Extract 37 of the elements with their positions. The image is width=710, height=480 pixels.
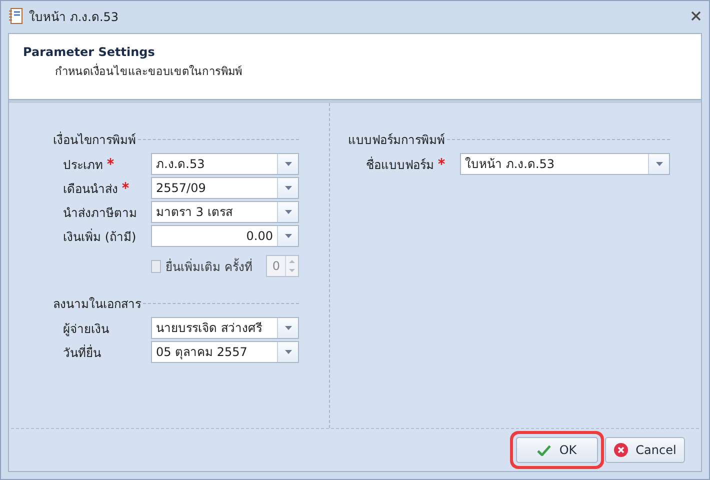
header-subtitle: กำหนดเงื่อนไขและขอบเขตในการพิมพ์: [54, 62, 243, 80]
required-icon: [438, 158, 445, 164]
close-icon[interactable]: [691, 11, 701, 21]
dropdown-field[interactable]: ภ.ง.ด.53: [151, 153, 299, 175]
dropdown-field[interactable]: 2557/09: [151, 177, 299, 199]
group-title: แบบฟอร์มการพิมพ์: [348, 132, 445, 148]
caret-icon: [284, 210, 292, 214]
caret-icon: [284, 326, 292, 330]
caret-icon: [284, 234, 292, 238]
caret-icon: [656, 162, 662, 166]
caret-icon: [284, 162, 292, 166]
field-label: เดือนนำส่ง: [63, 178, 151, 198]
field-label: ผู้จ่ายเงิน: [63, 320, 110, 338]
cancel-icon: [614, 443, 628, 457]
caret-icon: [284, 186, 292, 190]
notebook-icon: [9, 8, 23, 24]
dropdown-field[interactable]: 0.00: [151, 225, 299, 247]
cancel-button[interactable]: Cancel: [605, 437, 685, 463]
checkbox-label: ยื่นเพิ่มเติม ครั้งที่: [165, 257, 252, 276]
dropdown-field[interactable]: มาตรา 3 เตรส: [151, 201, 299, 223]
dropdown-field[interactable]: นายบรรเจิด สว่างศรี: [151, 317, 299, 339]
field-label: นำส่งภาษีตาม: [63, 204, 138, 222]
field-label: เงินเพิ่ม (ถ้ามี): [63, 228, 138, 246]
header-title: Parameter Settings: [23, 45, 156, 59]
required-icon: [122, 182, 129, 188]
caret-icon: [284, 350, 292, 354]
window-title: ใบหน้า ภ.ง.ด.53: [29, 8, 120, 26]
required-icon: [106, 158, 114, 164]
group-title: เงื่อนไขการพิมพ์: [53, 130, 136, 148]
field-label: ประเภท: [63, 154, 151, 174]
checkmark-icon: [537, 444, 552, 456]
dropdown-field[interactable]: 05 ตุลาคม 2557: [151, 341, 299, 363]
field-label: วันที่ยื่น: [63, 344, 102, 362]
dropdown-field[interactable]: ใบหน้า ภ.ง.ด.53: [460, 153, 670, 175]
spin-arrows-icon: [289, 259, 295, 273]
group-title: ลงนามในเอกสาร: [53, 296, 141, 312]
field-label: ชื่อแบบฟอร์ม: [366, 154, 460, 174]
